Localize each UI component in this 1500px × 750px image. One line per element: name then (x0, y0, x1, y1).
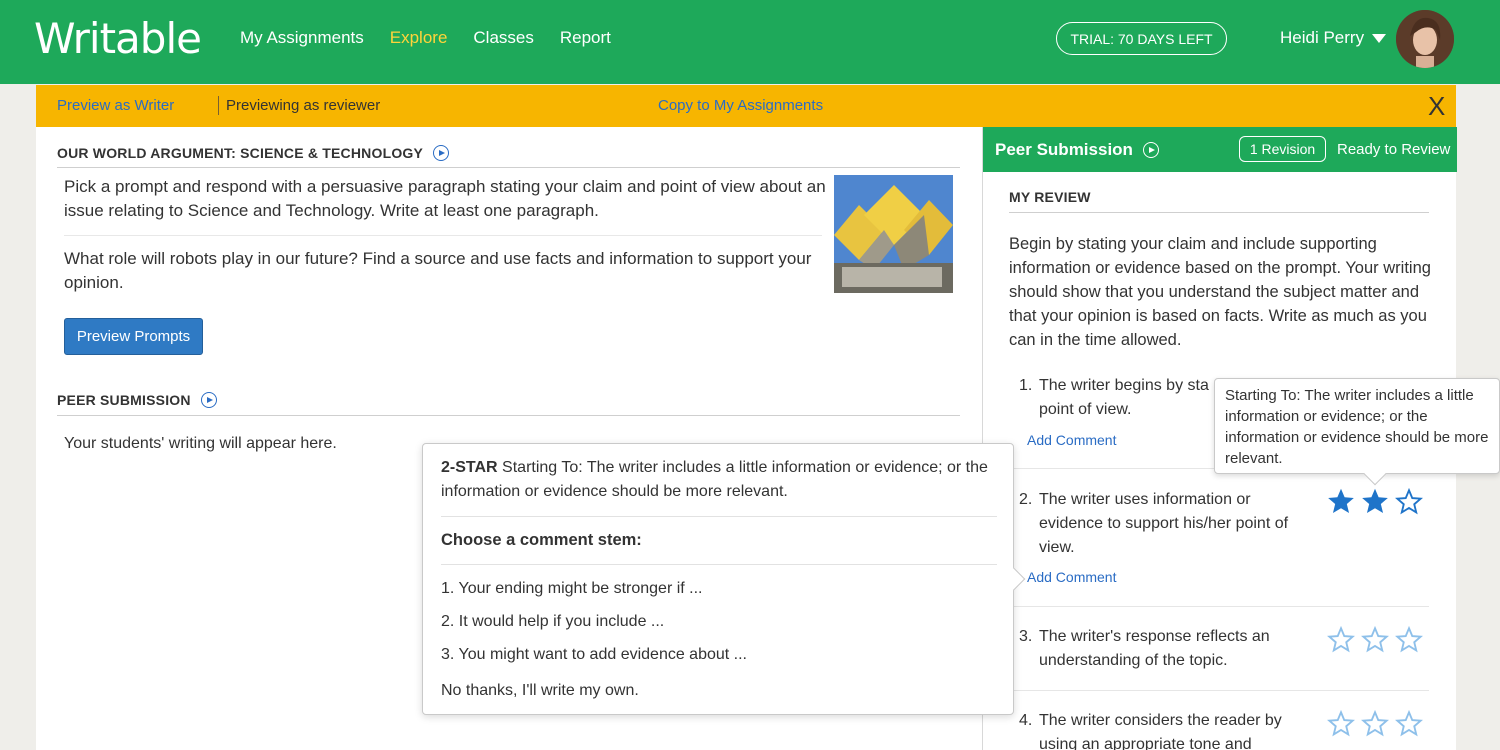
criterion-4-line2: using an appropriate tone and (1039, 736, 1252, 750)
criterion-3-line2: understanding of the topic. (1039, 652, 1228, 669)
star-outline-icon[interactable] (1327, 709, 1355, 737)
criterion-2-line2: evidence to support his/her point of (1039, 515, 1289, 532)
close-icon[interactable]: X (1428, 91, 1445, 122)
revision-badge-button[interactable]: 1 Revision (1239, 136, 1326, 162)
comment-stem-option[interactable]: 3. You might want to add evidence about … (441, 643, 747, 667)
criterion-1-line1: The writer begins by sta (1039, 377, 1209, 394)
preview-prompts-button[interactable]: Preview Prompts (64, 318, 203, 355)
nav-my-assignments[interactable]: My Assignments (240, 28, 364, 48)
criterion-4-line1: The writer considers the reader by (1039, 712, 1282, 729)
star-outline-icon[interactable] (1361, 625, 1389, 653)
divider (441, 516, 997, 517)
preview-as-writer-link[interactable]: Preview as Writer (57, 97, 174, 114)
star-outline-icon[interactable] (1395, 487, 1423, 515)
peer-submission-title-row: PEER SUBMISSION (57, 392, 217, 408)
criterion-number: 1. (1019, 377, 1033, 394)
divider (1009, 690, 1429, 691)
comment-stem-popover: 2-STAR Starting To: The writer includes … (422, 443, 1026, 715)
divider (64, 235, 822, 236)
assignment-prompt: What role will robots play in our future… (64, 249, 812, 292)
star-rating-tooltip: Starting To: The writer includes a littl… (1214, 378, 1500, 486)
nav-report[interactable]: Report (560, 28, 611, 48)
divider (57, 167, 960, 168)
criterion-number: 3. (1019, 628, 1033, 645)
play-icon[interactable] (433, 145, 450, 161)
peer-submission-title: PEER SUBMISSION (57, 392, 191, 408)
nav-explore[interactable]: Explore (390, 28, 448, 48)
user-name: Heidi Perry (1280, 28, 1365, 47)
previewing-as-reviewer-text: Previewing as reviewer (226, 97, 381, 114)
star-outline-icon[interactable] (1395, 709, 1423, 737)
rating-stars-2[interactable] (1327, 487, 1423, 515)
top-nav-bar: Writable My Assignments Explore Classes … (0, 0, 1500, 84)
my-review-title: MY REVIEW (1009, 189, 1091, 205)
review-status: Ready to Review (1337, 141, 1451, 158)
peer-submission-placeholder: Your students' writing will appear here. (64, 435, 337, 452)
star-filled-icon[interactable] (1327, 487, 1355, 515)
play-icon[interactable] (1142, 142, 1159, 158)
add-comment-link[interactable]: Add Comment (1027, 432, 1116, 448)
review-header-title: Peer Submission (995, 140, 1133, 159)
avatar[interactable] (1396, 10, 1454, 68)
divider (57, 415, 960, 416)
review-instructions: Begin by stating your claim and include … (1009, 235, 1431, 349)
criterion-number: 4. (1019, 712, 1033, 729)
star-filled-icon[interactable] (1361, 487, 1389, 515)
add-comment-link[interactable]: Add Comment (1027, 569, 1116, 585)
star-outline-icon[interactable] (1395, 625, 1423, 653)
comment-stem-option[interactable]: 2. It would help if you include ... (441, 610, 664, 634)
preview-mode-bar: Preview as Writer Previewing as reviewer… (36, 85, 1456, 127)
nav-classes[interactable]: Classes (473, 28, 533, 48)
divider (441, 564, 997, 565)
assignment-title: OUR WORLD ARGUMENT: SCIENCE & TECHNOLOGY (57, 145, 424, 161)
rating-level: 2-STAR (441, 459, 498, 476)
divider (1009, 606, 1429, 607)
rating-stars-4[interactable] (1327, 709, 1423, 737)
play-icon[interactable] (200, 392, 217, 408)
peer-submission-header: Peer Submission (995, 140, 1159, 160)
comment-stem-option[interactable]: 1. Your ending might be stronger if ... (441, 577, 703, 601)
star-outline-icon[interactable] (1327, 625, 1355, 653)
tooltip-text: Starting To: The writer includes a littl… (1225, 387, 1489, 467)
writable-logo[interactable]: Writable (34, 14, 202, 63)
rating-description: 2-STAR Starting To: The writer includes … (441, 456, 1001, 504)
divider (218, 96, 219, 115)
assignment-title-row: OUR WORLD ARGUMENT: SCIENCE & TECHNOLOGY (57, 145, 450, 161)
comment-stem-heading: Choose a comment stem: (441, 531, 642, 549)
review-header: Peer Submission 1 Revision Ready to Revi… (983, 127, 1457, 172)
rating-stars-3[interactable] (1327, 625, 1423, 653)
criterion-3-line1: The writer's response reflects an (1039, 628, 1270, 645)
criterion-2-line3: view. (1039, 539, 1075, 556)
copy-to-my-assignments-link[interactable]: Copy to My Assignments (658, 97, 823, 114)
criterion-number: 2. (1019, 491, 1033, 508)
criterion-2-line1: The writer uses information or (1039, 491, 1251, 508)
write-own-comment-option[interactable]: No thanks, I'll write my own. (441, 679, 639, 703)
divider (1009, 212, 1429, 213)
cube-houses-image (834, 175, 953, 293)
chevron-down-icon (1372, 33, 1387, 43)
rating-description-text: Starting To: The writer includes a littl… (441, 459, 988, 500)
criterion-1-line2: point of view. (1039, 401, 1132, 418)
user-menu[interactable]: Heidi Perry (1280, 28, 1387, 48)
main-nav: My Assignments Explore Classes Report (240, 28, 611, 48)
assignment-intro: Pick a prompt and respond with a persuas… (64, 177, 826, 220)
star-outline-icon[interactable] (1361, 709, 1389, 737)
trial-badge-button[interactable]: TRIAL: 70 DAYS LEFT (1056, 22, 1227, 55)
